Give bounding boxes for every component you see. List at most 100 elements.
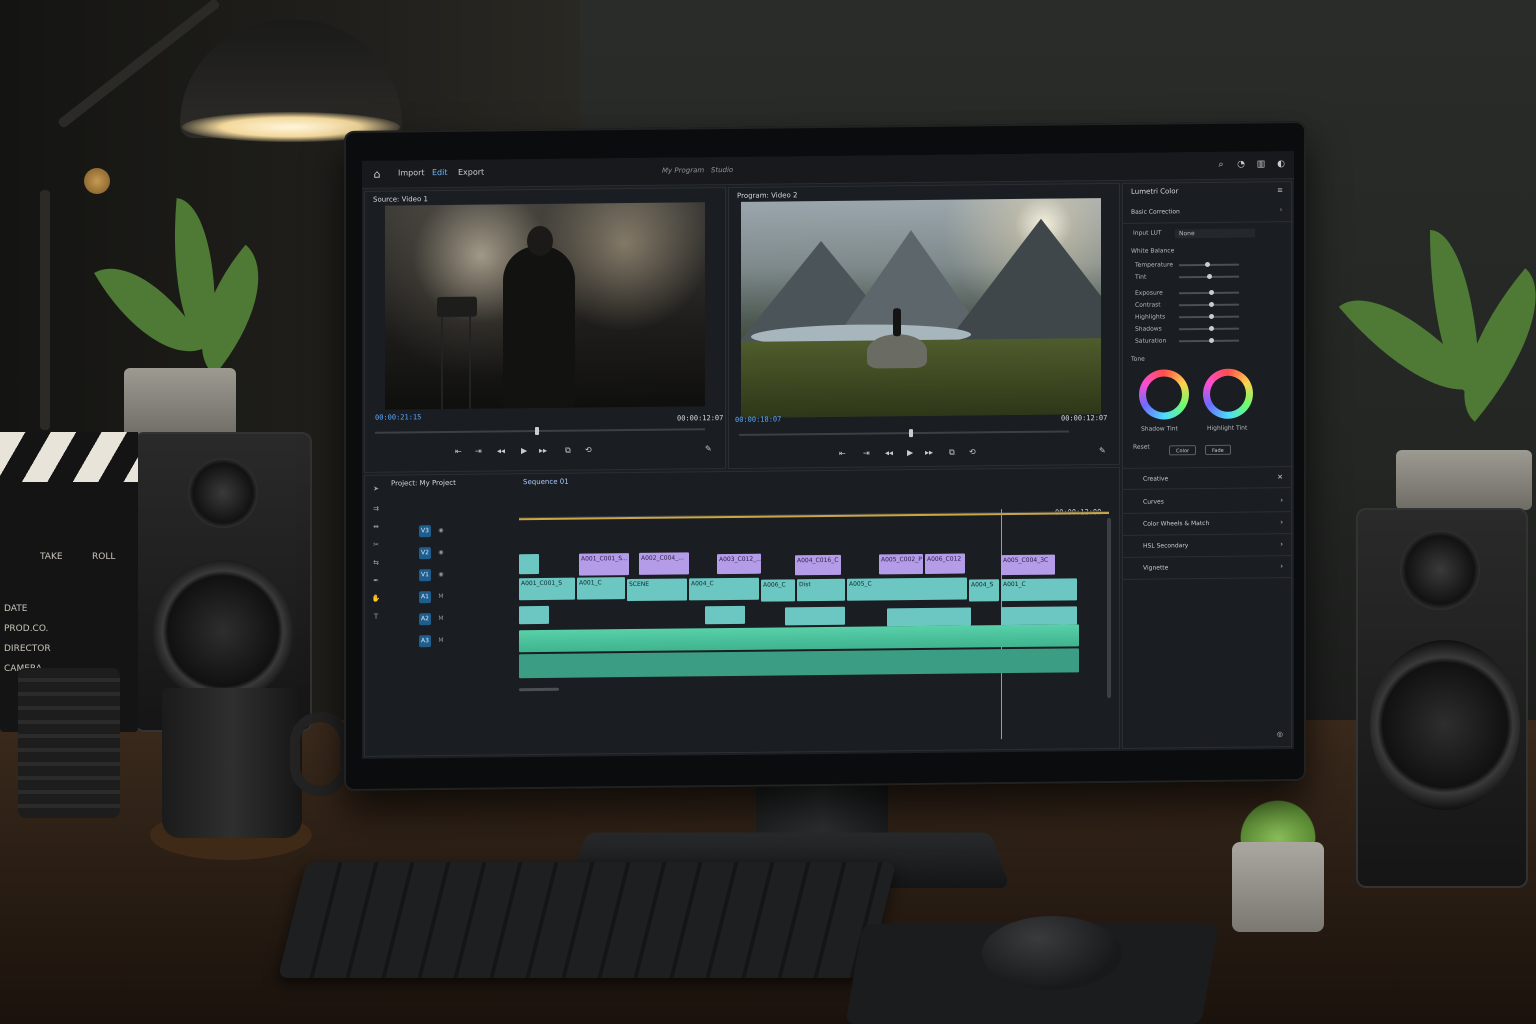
- type-tool-icon[interactable]: T: [371, 612, 381, 622]
- ripple-tool-icon[interactable]: ⇹: [371, 522, 381, 532]
- overwrite-icon[interactable]: ⟲: [585, 445, 592, 455]
- mark-in-icon[interactable]: ⇤: [455, 447, 462, 457]
- wrench-icon[interactable]: ✎: [705, 444, 712, 454]
- shadows-knob[interactable]: [1209, 325, 1214, 331]
- source-scrubber[interactable]: [375, 428, 705, 434]
- pen-tool-icon[interactable]: ✒: [371, 576, 381, 586]
- track-source-a1[interactable]: A1: [419, 591, 431, 604]
- v1-clip[interactable]: A001_C: [577, 577, 625, 600]
- input-lut-value[interactable]: None: [1175, 228, 1255, 239]
- basic-correction-header[interactable]: Basic Correction ◦: [1123, 200, 1291, 224]
- v1-clip[interactable]: A001_C001_S: [519, 577, 575, 601]
- v1-clip[interactable]: SCENE: [627, 578, 687, 602]
- track-eye-v3[interactable]: ◉: [435, 525, 447, 537]
- chevron-right-icon[interactable]: ›: [1280, 496, 1283, 504]
- track-mute-a2[interactable]: M: [435, 613, 447, 625]
- timeline-h-scrollbar[interactable]: [519, 687, 559, 692]
- track-mute-a1[interactable]: M: [435, 591, 447, 603]
- video-clip[interactable]: A005_C004_3C: [1001, 554, 1055, 576]
- selection-tool-icon[interactable]: ➤: [371, 484, 381, 494]
- hsl-secondary-section[interactable]: HSL Secondary ›: [1123, 534, 1291, 558]
- home-icon[interactable]: ⌂: [370, 168, 384, 182]
- video-clip[interactable]: A004_C016_C: [795, 554, 841, 576]
- chevron-right-icon[interactable]: ›: [1280, 518, 1283, 526]
- panels-icon[interactable]: ▥: [1254, 157, 1268, 171]
- sequence-tab[interactable]: Sequence 01: [523, 478, 569, 486]
- chevron-right-icon[interactable]: ›: [1280, 540, 1283, 548]
- notifications-icon[interactable]: ◔: [1234, 158, 1248, 172]
- track-lock-v1[interactable]: V1: [419, 569, 431, 582]
- audio-clip-a3[interactable]: [519, 648, 1079, 679]
- temperature-knob[interactable]: [1205, 261, 1210, 268]
- v1-clip[interactable]: A006_C: [761, 579, 795, 602]
- audio-clip-a1[interactable]: [887, 607, 971, 627]
- menu-import[interactable]: Import: [398, 168, 425, 177]
- slip-tool-icon[interactable]: ⇆: [371, 558, 381, 568]
- search-icon[interactable]: ⌕: [1214, 158, 1228, 172]
- color-button[interactable]: Color: [1169, 445, 1197, 456]
- audio-clip-a1[interactable]: [785, 606, 845, 626]
- toggle-icon[interactable]: ◦: [1279, 206, 1283, 214]
- video-clip[interactable]: A001_C001_S...: [579, 553, 629, 576]
- wrench-icon[interactable]: ✎: [1099, 446, 1106, 456]
- step-back-icon[interactable]: ◂◂: [497, 446, 505, 456]
- vignette-section[interactable]: Vignette ›: [1123, 556, 1291, 580]
- track-eye-v2[interactable]: ◉: [435, 547, 447, 559]
- razor-tool-icon[interactable]: ✂: [371, 540, 381, 550]
- creative-header[interactable]: Creative ✕: [1123, 466, 1291, 490]
- program-playhead[interactable]: [909, 429, 913, 438]
- hand-tool-icon[interactable]: ✋: [371, 594, 381, 604]
- video-clip[interactable]: [519, 553, 539, 575]
- shadow-tint-wheel[interactable]: [1139, 369, 1189, 420]
- track-mute-a3[interactable]: M: [435, 635, 447, 647]
- chevron-right-icon[interactable]: ›: [1280, 562, 1283, 570]
- help-icon[interactable]: ◐: [1274, 157, 1288, 171]
- highlights-knob[interactable]: [1209, 313, 1214, 319]
- source-playhead[interactable]: [535, 426, 539, 436]
- lift-icon[interactable]: ⧉: [949, 448, 955, 458]
- v1-clip[interactable]: A005_C: [847, 577, 967, 601]
- video-clip[interactable]: A006_C012: [925, 553, 965, 574]
- settings-icon[interactable]: ◎: [1277, 730, 1283, 738]
- track-source-a3[interactable]: A3: [419, 635, 431, 648]
- play-icon[interactable]: ▶: [521, 446, 527, 456]
- track-eye-v1[interactable]: ◉: [435, 569, 447, 581]
- track-lock-v2[interactable]: V2: [419, 547, 431, 560]
- video-clip[interactable]: A002_C004_...: [639, 552, 689, 575]
- program-scrubber[interactable]: [739, 430, 1069, 436]
- v1-clip[interactable]: A004_C: [689, 577, 759, 601]
- track-source-a2[interactable]: A2: [419, 613, 431, 626]
- track-select-icon[interactable]: ⇉: [371, 504, 381, 514]
- mark-out-icon[interactable]: ⇥: [475, 447, 482, 457]
- v1-clip[interactable]: A004_S: [969, 579, 999, 602]
- audio-clip-a1[interactable]: [1001, 606, 1077, 626]
- program-video-frame[interactable]: [741, 198, 1101, 418]
- v1-clip[interactable]: A001_C: [1001, 578, 1077, 602]
- mark-out-icon[interactable]: ⇥: [863, 449, 870, 459]
- play-icon[interactable]: ▶: [907, 448, 913, 458]
- step-forward-icon[interactable]: ▸▸: [539, 446, 547, 456]
- audio-clip-a1[interactable]: [705, 605, 745, 625]
- highlight-tint-wheel[interactable]: [1203, 368, 1253, 420]
- export-frame-icon[interactable]: ⟲: [969, 447, 976, 457]
- track-lock-v3[interactable]: V3: [419, 525, 431, 538]
- mark-in-icon[interactable]: ⇤: [839, 449, 846, 459]
- contrast-knob[interactable]: [1209, 301, 1214, 307]
- curves-section[interactable]: Curves ›: [1123, 490, 1291, 514]
- fade-button[interactable]: Fade: [1205, 444, 1231, 456]
- menu-edit[interactable]: Edit: [432, 168, 448, 177]
- video-clip[interactable]: A003_C012_...: [717, 553, 761, 575]
- step-back-icon[interactable]: ◂◂: [885, 448, 893, 458]
- exposure-knob[interactable]: [1209, 289, 1214, 295]
- step-forward-icon[interactable]: ▸▸: [925, 448, 933, 458]
- timeline-scrollbar[interactable]: [1107, 518, 1111, 699]
- saturation-knob[interactable]: [1209, 337, 1214, 343]
- source-current-timecode[interactable]: 00:00:21:15: [375, 413, 421, 421]
- tint-knob[interactable]: [1207, 273, 1212, 279]
- audio-clip-a1[interactable]: [519, 605, 549, 625]
- source-video-frame[interactable]: [385, 202, 705, 410]
- color-wheels-section[interactable]: Color Wheels & Match ›: [1123, 512, 1291, 536]
- video-clip[interactable]: A005_C002_P: [879, 553, 923, 575]
- program-current-timecode[interactable]: 00:00:18:07: [735, 415, 781, 423]
- insert-icon[interactable]: ⧉: [565, 446, 571, 456]
